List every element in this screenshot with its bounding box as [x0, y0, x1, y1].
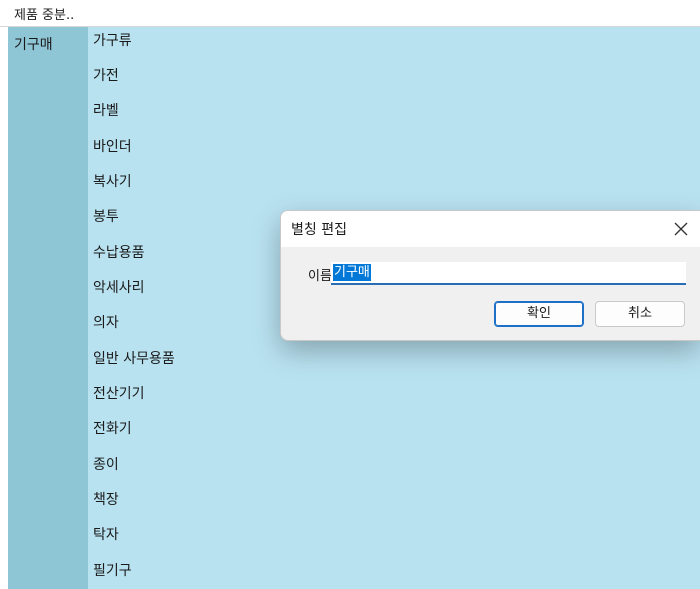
subcategory-item[interactable]: 전화기 — [93, 419, 132, 439]
subcategory-item[interactable]: 필기구 — [93, 561, 132, 581]
category-label[interactable]: 기구매 — [14, 34, 53, 54]
subcategory-item[interactable]: 의자 — [93, 313, 119, 333]
name-input[interactable]: 기구매 — [331, 262, 686, 285]
subcategory-item[interactable]: 복사기 — [93, 172, 132, 192]
subcategory-item[interactable]: 바인더 — [93, 137, 132, 157]
subcategory-item[interactable]: 종이 — [93, 455, 119, 475]
category-column[interactable]: 기구매 — [8, 27, 88, 589]
subcategory-item[interactable]: 악세사리 — [93, 278, 145, 298]
ok-button[interactable]: 확인 — [494, 301, 584, 327]
subcategory-item[interactable]: 가구류 — [93, 31, 132, 51]
subcategory-item[interactable]: 수납용품 — [93, 243, 145, 263]
subcategory-item[interactable]: 봉투 — [93, 207, 119, 227]
close-button[interactable] — [670, 218, 692, 240]
field-header[interactable]: 제품 중분.. — [8, 6, 88, 26]
close-icon — [674, 222, 688, 236]
dialog-titlebar[interactable]: 별칭 편집 — [281, 211, 700, 247]
subcategory-item[interactable]: 가전 — [93, 66, 119, 86]
subcategory-item[interactable]: 전산기기 — [93, 384, 145, 404]
cancel-button[interactable]: 취소 — [595, 301, 685, 327]
subcategory-item[interactable]: 탁자 — [93, 525, 119, 545]
dialog-title: 별칭 편집 — [291, 222, 347, 238]
edit-alias-dialog: 별칭 편집 이름: 기구매 확인 취소 — [280, 210, 700, 341]
subcategory-item[interactable]: 일반 사무용품 — [93, 349, 175, 369]
subcategory-item[interactable]: 책장 — [93, 490, 119, 510]
subcategory-item[interactable]: 라벨 — [93, 101, 119, 121]
name-input-selected-text: 기구매 — [333, 264, 371, 281]
